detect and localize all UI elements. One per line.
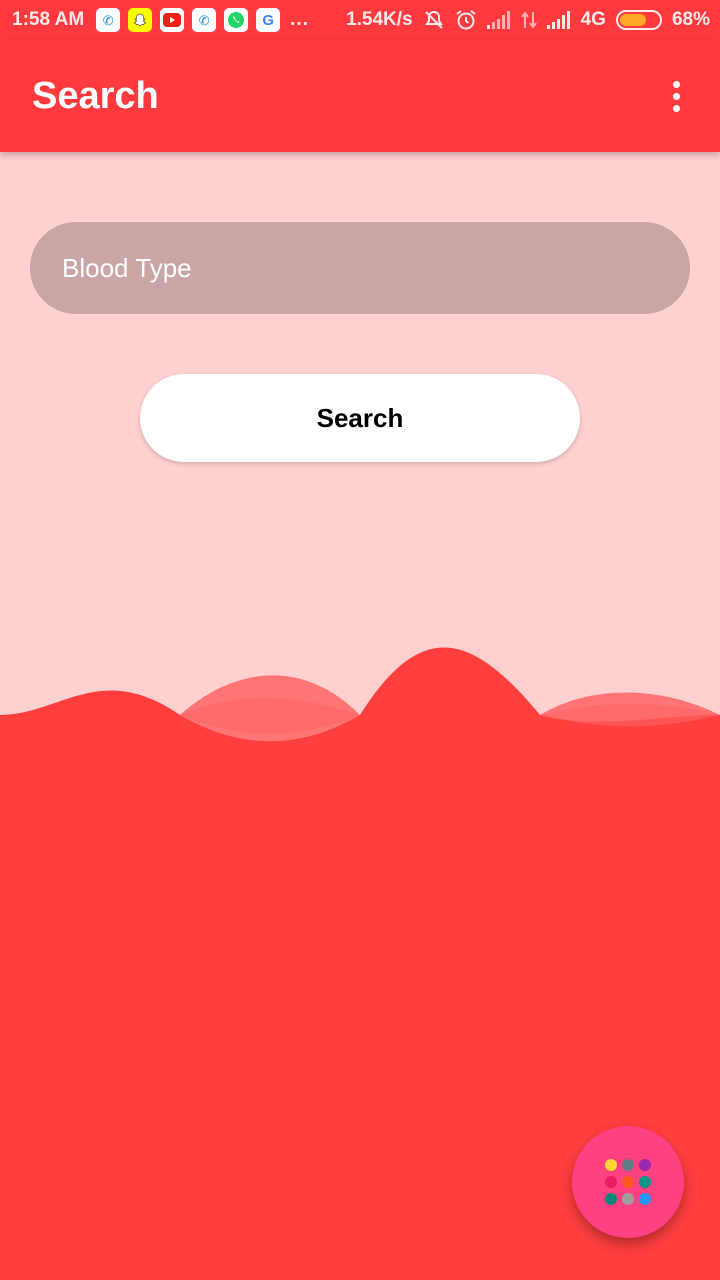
app-dot xyxy=(622,1176,634,1188)
app-dot xyxy=(605,1193,617,1205)
network-type: 4G xyxy=(580,9,606,30)
app-dot xyxy=(639,1159,651,1171)
overflow-menu-button[interactable] xyxy=(664,76,688,116)
search-button[interactable]: Search xyxy=(140,374,580,462)
battery-percent: 68% xyxy=(671,9,710,30)
page-title: Search xyxy=(32,74,159,117)
alarm-icon xyxy=(456,10,476,30)
more-vert-dot xyxy=(672,104,680,112)
data-transfer-icon xyxy=(520,11,537,29)
more-vert-dot xyxy=(672,92,680,100)
app-bar: Search xyxy=(0,40,720,152)
battery-level xyxy=(619,14,646,26)
snapchat-icon xyxy=(128,8,153,32)
whatsapp-icon xyxy=(224,8,249,32)
network-speed: 1.54K/s xyxy=(346,9,413,30)
app-dot xyxy=(639,1193,651,1205)
status-right: 1.54K/s 4G 68% xyxy=(346,9,710,31)
blood-type-input[interactable] xyxy=(30,222,690,314)
mute-notification-icon xyxy=(424,10,443,29)
status-left: 1:58 AM ✆ ✆ G ... xyxy=(12,8,309,32)
google-icon: G xyxy=(256,8,281,32)
app-dot xyxy=(622,1159,634,1171)
status-bar: 1:58 AM ✆ ✆ G ... 1.54K/s 4G 68% xyxy=(0,0,720,40)
phone-icon: ✆ xyxy=(96,8,121,32)
battery-icon xyxy=(615,10,662,30)
status-time: 1:58 AM xyxy=(12,9,85,30)
apps-fab-button[interactable] xyxy=(572,1126,684,1238)
apps-grid-icon xyxy=(605,1159,651,1205)
signal-weak-icon xyxy=(486,11,510,29)
app-dot xyxy=(605,1176,617,1188)
status-more-indicator: ... xyxy=(290,9,309,30)
phone-icon: ✆ xyxy=(192,8,217,32)
more-vert-icon xyxy=(672,80,680,88)
signal-full-icon xyxy=(546,11,570,29)
app-dot xyxy=(605,1159,617,1171)
app-dot xyxy=(622,1193,634,1205)
youtube-icon xyxy=(160,8,185,32)
app-dot xyxy=(639,1176,651,1188)
